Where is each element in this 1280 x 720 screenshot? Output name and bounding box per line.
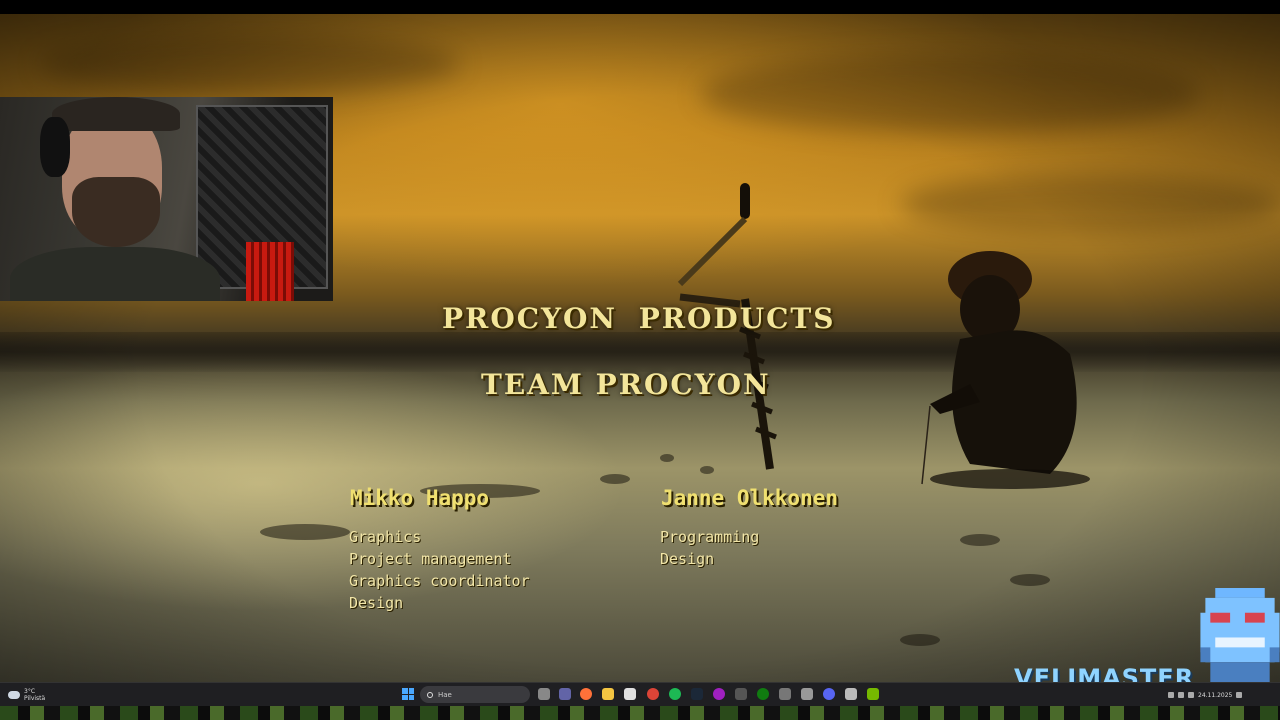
weather-text: 3°C Pilvistä <box>24 688 45 702</box>
credit-name-1: Mikko Happo <box>350 486 490 510</box>
nvidia-icon[interactable] <box>867 688 879 700</box>
store-icon[interactable] <box>624 688 636 700</box>
discord-icon[interactable] <box>823 688 835 700</box>
clock-date[interactable]: 24.11.2025 <box>1198 692 1232 699</box>
credits-title: PROCYON PRODUCTS <box>442 302 836 335</box>
weather-condition: Pilvistä <box>24 695 46 702</box>
system-tray: 24.11.2025 <box>1168 685 1280 705</box>
settings-icon[interactable] <box>779 688 791 700</box>
weather-widget[interactable]: 3°C Pilvistä <box>8 685 45 705</box>
spotify-icon[interactable] <box>669 688 681 700</box>
webcam-person-cap <box>52 97 180 131</box>
webcam-overlay <box>0 97 333 301</box>
credits-subtitle: TEAM PROCYON <box>481 368 771 401</box>
credit-roles-1: Graphics Project management Graphics coo… <box>349 526 530 614</box>
windows-taskbar: 3°C Pilvistä Hae 24.11.2025 <box>0 682 1280 707</box>
obs-icon[interactable] <box>713 688 725 700</box>
credit-role: Graphics coordinator <box>349 572 530 590</box>
xbox-icon[interactable] <box>757 688 769 700</box>
credit-role: Programming <box>660 528 760 546</box>
firefox-icon[interactable] <box>580 688 592 700</box>
credit-roles-2: Programming Design <box>660 526 759 570</box>
task-view-icon[interactable] <box>538 688 550 700</box>
webcam-person-body <box>10 247 220 301</box>
file-explorer-icon[interactable] <box>602 688 614 700</box>
steam-icon[interactable] <box>691 688 703 700</box>
headphones-icon <box>40 117 70 177</box>
start-button[interactable] <box>402 688 414 700</box>
pixel-mascot-icon <box>1200 588 1280 682</box>
webcam-person-beard <box>72 177 160 247</box>
notification-icon[interactable] <box>1236 692 1243 698</box>
volume-icon[interactable] <box>1188 692 1194 698</box>
chrome-icon[interactable] <box>647 688 659 700</box>
taskbar-search[interactable]: Hae <box>420 686 530 703</box>
credit-role: Design <box>349 594 404 612</box>
weather-temp: 3°C <box>24 688 36 695</box>
calculator-icon[interactable] <box>735 688 747 700</box>
teams-icon[interactable] <box>559 688 571 700</box>
search-icon <box>427 691 433 698</box>
app-icon[interactable] <box>845 688 857 700</box>
chevron-up-icon[interactable] <box>1168 692 1174 698</box>
game-icon[interactable] <box>801 688 813 700</box>
credit-role: Project management <box>349 550 512 568</box>
network-icon[interactable] <box>1178 692 1184 698</box>
credit-role: Graphics <box>349 528 422 546</box>
webcam-chair <box>246 242 294 301</box>
credit-name-2: Janne Olkkonen <box>661 486 839 510</box>
cloud-icon <box>8 691 20 699</box>
search-placeholder: Hae <box>438 690 452 699</box>
credit-role: Design <box>660 550 715 568</box>
game-border-strip <box>0 706 1280 720</box>
